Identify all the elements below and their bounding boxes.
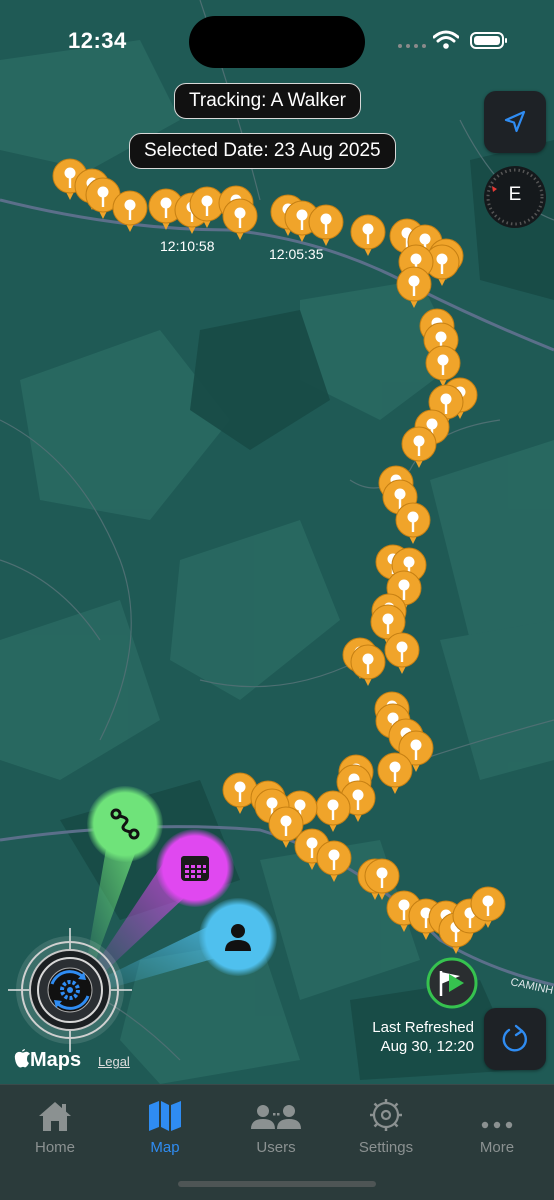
tab-more[interactable]: More [442,1089,552,1159]
tab-label: Home [34,1139,75,1156]
location-arrow-icon [504,110,526,133]
pin-timestamp: 12:05:35 [269,246,324,262]
tracking-label: Tracking: A Walker [174,83,361,119]
tab-map[interactable]: Map [110,1089,220,1159]
status-time: 12:34 [68,28,127,53]
maps-brand-text: Maps [30,1049,82,1071]
tab-label: Map [150,1139,180,1156]
refresh-icon [502,1024,527,1052]
last-refreshed-value: Aug 30, 12:20 [380,1038,474,1055]
tab-label: More [479,1139,515,1156]
status-bar: 12:34 [0,0,554,80]
finish-flag-marker[interactable] [426,957,478,1009]
selected-date-label[interactable]: Selected Date: 23 Aug 2025 [129,133,396,169]
pin-timestamp: 12:10:58 [160,238,215,254]
radial-menu-center-button[interactable] [8,928,132,1052]
calendar-button[interactable] [156,829,234,907]
dynamic-island [189,16,365,68]
locate-button[interactable] [484,91,546,153]
maps-brand: Maps [14,1049,81,1072]
user-button[interactable] [199,898,277,976]
apple-logo-icon [14,1049,30,1068]
crosshair-gear-icon [8,928,132,1052]
last-refreshed: Last Refreshed Aug 30, 12:20 [354,1018,474,1056]
map-icon [149,1101,181,1131]
ellipsis-icon [481,1121,513,1129]
route-icon [110,808,140,840]
last-refreshed-label: Last Refreshed [372,1019,474,1036]
compass[interactable]: E [484,166,546,228]
refresh-button[interactable] [484,1008,546,1070]
tab-settings[interactable]: Settings [331,1089,441,1159]
signal-icon [398,44,426,50]
legal-link[interactable]: Legal [98,1054,130,1069]
gear-icon [370,1099,402,1131]
home-indicator [178,1181,376,1187]
route-button[interactable] [87,786,163,862]
tab-label: Settings [358,1139,414,1156]
tab-label: Users [256,1139,296,1156]
users-icon [251,1105,301,1129]
person-icon [225,924,251,951]
calendar-icon [181,856,209,881]
tab-users[interactable]: Users [221,1089,331,1159]
house-icon [39,1102,71,1131]
wifi-icon [433,30,459,49]
screen: CAMINH 12:10:58 12:05:35 12:34 Tracking:… [0,0,554,1200]
tab-home[interactable]: Home [0,1089,110,1159]
compass-heading: E [508,184,522,205]
battery-icon [470,32,507,49]
